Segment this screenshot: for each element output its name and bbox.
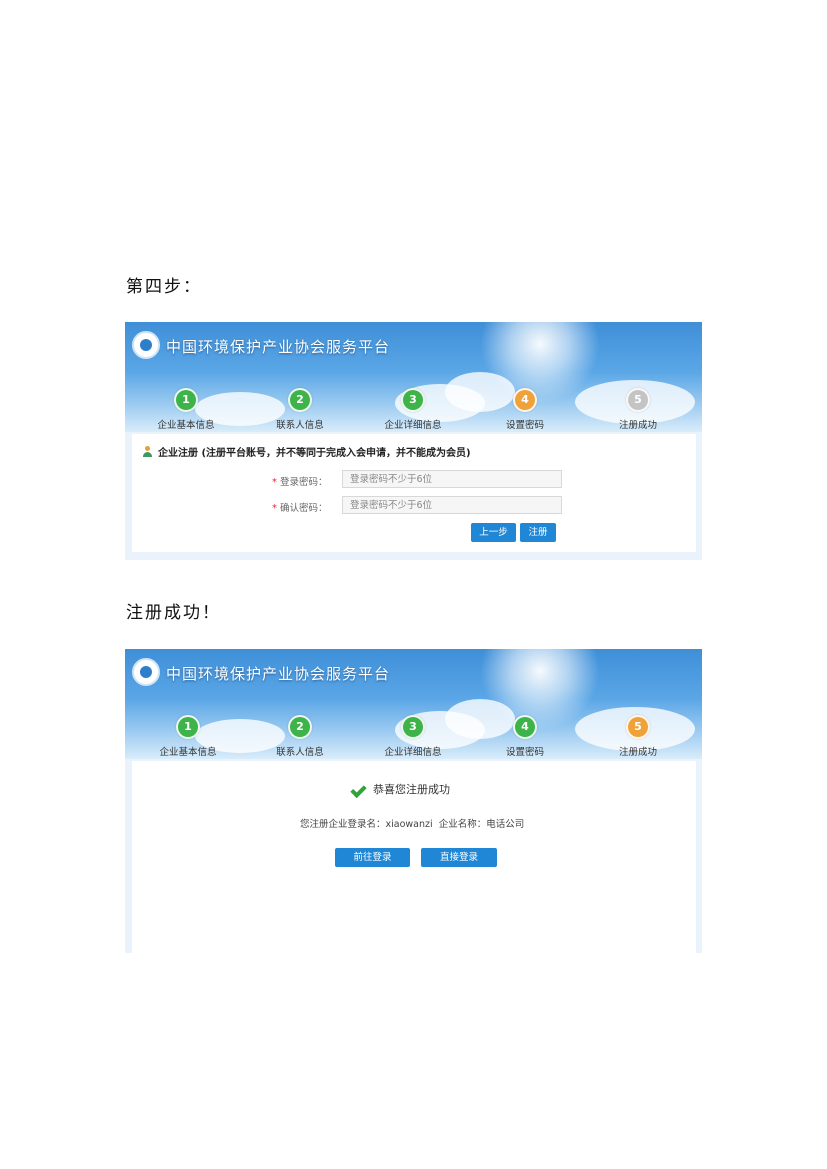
step-number: 3 xyxy=(401,388,425,412)
step-3: 3 企业详细信息 xyxy=(358,715,468,758)
site-title: 中国环境保护产业协会服务平台 xyxy=(166,665,391,683)
success-text: 恭喜您注册成功 xyxy=(373,783,450,796)
success-panel: 恭喜您注册成功 您注册企业登录名：xiaowanzi 企业名称：电话公司 前往登… xyxy=(132,761,696,953)
step-number: 2 xyxy=(288,388,312,412)
step-number: 4 xyxy=(513,388,537,412)
user-icon xyxy=(142,446,153,457)
section-title: 企业注册 (注册平台账号，并不等同于完成入会申请，并不能成为会员) xyxy=(142,444,471,459)
association-logo-icon xyxy=(132,331,160,359)
login-name-value: xiaowanzi xyxy=(385,819,433,830)
step-label: 注册成功 xyxy=(618,747,657,758)
step-label: 设置密码 xyxy=(505,747,544,758)
step-5: 5 注册成功 xyxy=(583,388,693,431)
success-message: 恭喜您注册成功 xyxy=(352,781,450,797)
password-label: * 登录密码： xyxy=(272,477,328,488)
step-label: 企业详细信息 xyxy=(384,420,442,431)
step-number: 5 xyxy=(626,715,650,739)
site-title: 中国环境保护产业协会服务平台 xyxy=(166,338,391,356)
confirm-password-label: * 确认密码： xyxy=(272,503,328,514)
step-number: 2 xyxy=(288,715,312,739)
step-indicator: 1 企业基本信息 2 联系人信息 3 企业详细信息 4 设置密码 5 注册成功 xyxy=(125,388,702,432)
screenshot-set-password: 中国环境保护产业协会服务平台 1 企业基本信息 2 联系人信息 3 企业详细信息… xyxy=(125,322,702,560)
step-number: 5 xyxy=(626,388,650,412)
step-label: 联系人信息 xyxy=(276,420,324,431)
association-logo-icon xyxy=(132,658,160,686)
password-input[interactable]: 登录密码不少于6位 xyxy=(342,470,562,488)
step-label: 企业详细信息 xyxy=(384,747,442,758)
step-number: 3 xyxy=(401,715,425,739)
step-1: 1 企业基本信息 xyxy=(133,715,243,758)
company-label: 企业名称： xyxy=(438,819,487,830)
step-label: 企业基本信息 xyxy=(159,747,217,758)
step-label: 注册成功 xyxy=(618,420,657,431)
register-button[interactable]: 注册 xyxy=(520,523,556,542)
step-label: 联系人信息 xyxy=(276,747,324,758)
step-number: 1 xyxy=(176,715,200,739)
doc-heading-success: 注册成功！ xyxy=(126,603,221,623)
step-4: 4 设置密码 xyxy=(470,388,580,431)
doc-heading-step4: 第四步： xyxy=(126,277,202,297)
header-banner: 中国环境保护产业协会服务平台 1 企业基本信息 2 联系人信息 3 企业详细信息… xyxy=(125,649,702,759)
step-1: 1 企业基本信息 xyxy=(131,388,241,431)
step-number: 1 xyxy=(174,388,198,412)
direct-login-button[interactable]: 直接登录 xyxy=(421,848,497,867)
step-3: 3 企业详细信息 xyxy=(358,388,468,431)
step-number: 4 xyxy=(513,715,537,739)
prev-step-button[interactable]: 上一步 xyxy=(471,523,516,542)
check-icon xyxy=(352,781,368,795)
company-name-value: 电话公司 xyxy=(486,819,525,830)
step-label: 企业基本信息 xyxy=(157,420,215,431)
registration-info: 您注册企业登录名：xiaowanzi 企业名称：电话公司 xyxy=(300,816,524,830)
step-2: 2 联系人信息 xyxy=(245,388,355,431)
step-4: 4 设置密码 xyxy=(470,715,580,758)
step-indicator: 1 企业基本信息 2 联系人信息 3 企业详细信息 4 设置密码 5 注册成功 xyxy=(125,715,702,759)
header-banner: 中国环境保护产业协会服务平台 1 企业基本信息 2 联系人信息 3 企业详细信息… xyxy=(125,322,702,432)
goto-login-button[interactable]: 前往登录 xyxy=(335,848,410,867)
step-5: 5 注册成功 xyxy=(583,715,693,758)
screenshot-register-success: 中国环境保护产业协会服务平台 1 企业基本信息 2 联系人信息 3 企业详细信息… xyxy=(125,649,702,953)
confirm-password-input[interactable]: 登录密码不少于6位 xyxy=(342,496,562,514)
section-note: (注册平台账号，并不等同于完成入会申请，并不能成为会员) xyxy=(201,448,471,459)
step-2: 2 联系人信息 xyxy=(245,715,355,758)
login-name-label: 您注册企业登录名： xyxy=(300,819,386,830)
section-title-text: 企业注册 xyxy=(158,448,198,459)
step-label: 设置密码 xyxy=(505,420,544,431)
registration-panel: 企业注册 (注册平台账号，并不等同于完成入会申请，并不能成为会员) * 登录密码… xyxy=(132,434,696,552)
